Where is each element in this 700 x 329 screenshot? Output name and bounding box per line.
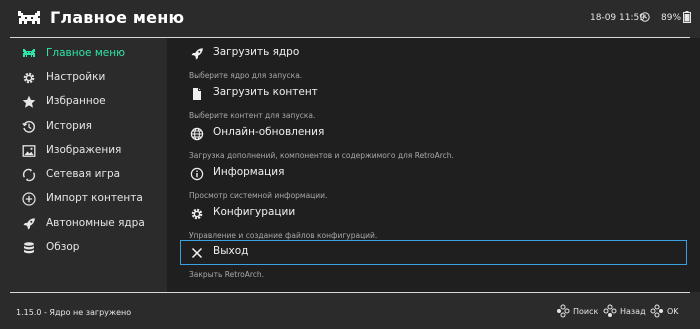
sidebar-item-history[interactable]: История bbox=[0, 115, 167, 139]
menu-entry-label: Загрузить ядро bbox=[213, 46, 300, 58]
sidebar-item-netplay[interactable]: Сетевая игра bbox=[0, 163, 167, 187]
sidebar-item-label: Избранное bbox=[46, 95, 106, 107]
ok-button-label: OK bbox=[667, 307, 679, 316]
database-icon bbox=[24, 242, 34, 254]
close-icon bbox=[191, 247, 203, 259]
menu-entry-configurations[interactable]: Конфигурации Управление и создание файло… bbox=[181, 202, 686, 240]
menu-entry-load-content[interactable]: Загрузить контент Выберите контент для з… bbox=[181, 82, 686, 120]
sidebar-item-import-content[interactable]: Импорт контента bbox=[0, 187, 167, 211]
menu-entry-online-updater[interactable]: Онлайн-обновления Загрузка дополнений, к… bbox=[181, 122, 686, 160]
sidebar-item-label: Сетевая игра bbox=[46, 168, 121, 180]
menu-entry-information[interactable]: Информация Просмотр системной информации… bbox=[181, 162, 686, 200]
menu-entry-label: Загрузить контент bbox=[213, 86, 318, 98]
battery-icon bbox=[683, 11, 691, 23]
sidebar-item-label: Изображения bbox=[46, 144, 122, 156]
menu-entry-row[interactable]: Информация bbox=[181, 162, 686, 185]
retroarch-logo-icon bbox=[23, 49, 35, 57]
plus-icon bbox=[22, 192, 36, 206]
menu-entry-row[interactable]: Выход bbox=[180, 240, 687, 265]
clock-text: 18-09 11:59 bbox=[590, 13, 645, 23]
menu-entry-sublabel: Выберите контент для запуска. bbox=[189, 111, 316, 120]
sidebar-item-label: Главное меню bbox=[46, 47, 125, 59]
rocket-icon bbox=[191, 48, 203, 60]
sidebar-item-images[interactable]: Изображения bbox=[0, 139, 167, 163]
menu-entry-label: Онлайн-обновления bbox=[213, 126, 325, 138]
menu-entry-quit[interactable]: Выход Закрыть RetroArch. bbox=[180, 240, 687, 279]
search-button-label: Поиск bbox=[573, 307, 599, 316]
menu-entry-load-core[interactable]: Загрузить ядро Выберите ядро для запуска… bbox=[181, 42, 686, 80]
gamepad-button-icon bbox=[557, 304, 570, 318]
sidebar-item-main-menu[interactable]: Главное меню bbox=[0, 42, 167, 66]
menu-entry-row[interactable]: Конфигурации bbox=[181, 202, 686, 225]
gamepad-button-icon bbox=[650, 304, 663, 318]
footer-bar: 1.15.0 - Ядро не загружено Поиск Назад O… bbox=[0, 293, 700, 329]
sidebar-item-standalone-cores[interactable]: Автономные ядра bbox=[0, 212, 167, 236]
retroarch-logo-icon bbox=[18, 11, 40, 24]
menu-entry-row[interactable]: Загрузить контент bbox=[181, 82, 686, 105]
menu-entry-row[interactable]: Онлайн-обновления bbox=[181, 122, 686, 145]
image-icon bbox=[22, 145, 36, 157]
clock-icon bbox=[640, 12, 650, 22]
sidebar-item-settings[interactable]: Настройки bbox=[0, 66, 167, 90]
menu-entry-sublabel: Закрыть RetroArch. bbox=[189, 270, 265, 279]
sidebar-item-label: Настройки bbox=[46, 71, 106, 83]
rocket-icon bbox=[23, 218, 35, 230]
menu-entry-label: Конфигурации bbox=[213, 206, 296, 218]
gear-icon bbox=[23, 72, 35, 84]
menu-entry-row[interactable]: Загрузить ядро bbox=[181, 42, 686, 65]
gamepad-button-icon bbox=[603, 304, 617, 317]
sidebar-item-explore[interactable]: Обзор bbox=[0, 236, 167, 260]
globe-icon bbox=[190, 127, 204, 141]
header-bar: Главное меню 18-09 11:59 89% bbox=[0, 0, 700, 38]
menu-entry-sublabel: Выберите ядро для запуска. bbox=[189, 71, 303, 80]
battery-text: 89% bbox=[661, 13, 682, 23]
history-icon bbox=[22, 120, 35, 133]
menu-entry-label: Выход bbox=[213, 245, 249, 257]
menu-entry-sublabel: Просмотр системной информации. bbox=[189, 191, 328, 200]
netplay-icon bbox=[22, 168, 36, 182]
back-button-label: Назад bbox=[620, 307, 646, 316]
star-icon bbox=[22, 95, 36, 108]
sidebar-item-label: Автономные ядра bbox=[46, 217, 145, 229]
main-menu-list: Загрузить ядро Выберите ядро для запуска… bbox=[167, 38, 700, 292]
sidebar-item-label: Импорт контента bbox=[46, 192, 143, 204]
version-status: 1.15.0 - Ядро не загружено bbox=[16, 308, 132, 317]
menu-entry-label: Информация bbox=[213, 166, 285, 178]
sidebar: Главное меню Настройки Избранное История… bbox=[0, 38, 167, 292]
page-title: Главное меню bbox=[50, 8, 185, 27]
sidebar-item-label: Обзор bbox=[46, 241, 80, 253]
sidebar-item-label: История bbox=[46, 120, 92, 132]
file-icon bbox=[193, 88, 201, 100]
gear-icon bbox=[191, 208, 203, 220]
menu-entry-sublabel: Управление и создание файлов конфигураци… bbox=[189, 231, 378, 240]
sidebar-item-favorites[interactable]: Избранное bbox=[0, 90, 167, 114]
info-icon bbox=[190, 167, 204, 181]
menu-entry-sublabel: Загрузка дополнений, компонентов и содер… bbox=[189, 151, 454, 160]
